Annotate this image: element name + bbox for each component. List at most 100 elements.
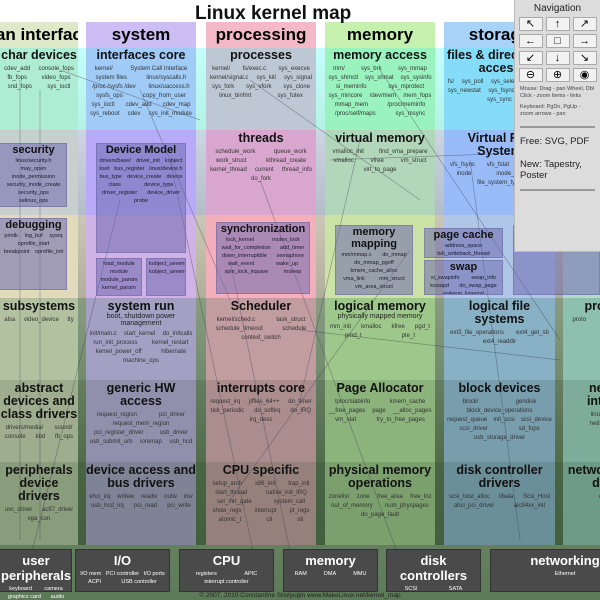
kernel-symbol[interactable]: do_mmap_pgoff <box>354 260 394 266</box>
kernel-symbol[interactable]: pci_driver <box>159 412 185 418</box>
kernel-symbol[interactable]: do_initcalls <box>163 331 193 337</box>
section-title[interactable]: physical memory operations <box>325 464 435 490</box>
kernel-symbol[interactable]: sound/ <box>54 425 72 431</box>
kernel-symbol[interactable]: linux/security.h <box>16 158 52 164</box>
kernel-symbol[interactable]: machine_ops <box>123 358 159 364</box>
kernel-symbol[interactable]: x86_init <box>255 481 276 487</box>
kernel-symbol[interactable]: ext4_readdir <box>483 339 516 345</box>
kernel-symbol[interactable]: sys_newstat <box>448 88 481 94</box>
kernel-symbol[interactable]: thread_info <box>282 167 312 173</box>
kernel-symbol[interactable]: inw <box>184 494 193 500</box>
kernel-symbol[interactable]: sys_sysinfo <box>401 75 432 81</box>
section-title[interactable]: device access and bus drivers <box>86 464 196 490</box>
kernel-symbol[interactable]: pci_read <box>134 503 157 509</box>
kernel-symbol[interactable]: work_struct <box>216 158 247 164</box>
kernel-symbol[interactable]: sys_poll <box>462 79 484 85</box>
section-title[interactable]: network device drivers <box>563 464 600 490</box>
kernel-symbol[interactable]: do_mmap <box>382 252 406 258</box>
kernel-symbol[interactable]: tick_periodic <box>211 408 244 414</box>
kernel-symbol[interactable]: do_page_fault <box>361 512 399 518</box>
column-header[interactable]: system <box>86 22 196 48</box>
copyright-footer[interactable]: © 2007, 2010 Constantine Shulyupin www.M… <box>0 592 600 599</box>
kernel-symbol[interactable]: mm_init <box>330 324 351 330</box>
section-title[interactable]: Device Model <box>97 144 185 156</box>
kernel-symbol[interactable]: vfs_fsync <box>450 162 475 168</box>
kernel-symbol[interactable]: wakeup_kswapd <box>443 291 484 294</box>
kernel-symbol[interactable]: schedule_timeout <box>216 326 263 332</box>
kernel-symbol[interactable]: sysfs_ops <box>96 93 123 99</box>
hardware-disk-controllers[interactable]: disk controllers SCSI SATA <box>386 549 481 592</box>
kernel-symbol[interactable]: vga_con <box>28 516 51 522</box>
kernel-symbol[interactable]: show_regs <box>212 508 241 514</box>
kernel-symbol[interactable]: block_device_operations <box>466 408 532 414</box>
column-header[interactable]: processing <box>206 22 316 48</box>
kernel-symbol[interactable]: pci_register_driver <box>94 430 143 436</box>
kernel-symbol[interactable]: System Call Interface <box>130 66 187 72</box>
hardware-cpu[interactable]: CPU registers APIC interrupt controller <box>179 549 274 592</box>
kernel-symbol[interactable]: device_type <box>144 182 173 188</box>
section-title[interactable]: security <box>1 144 66 156</box>
kernel-symbol[interactable]: pci_write <box>167 503 191 509</box>
kernel-symbol[interactable]: sd_fops <box>519 426 540 432</box>
kernel-symbol[interactable]: oprofile_init <box>35 249 63 255</box>
kernel-symbol[interactable]: mm/ <box>333 66 345 72</box>
kernel-symbol[interactable]: si_meminfo <box>336 84 367 90</box>
kernel-symbol[interactable]: kernel/signal.c <box>210 75 248 81</box>
kernel-symbol[interactable]: swap_info <box>471 275 496 281</box>
kernel-symbol[interactable]: sti <box>297 517 303 523</box>
hardware-user-peripherals[interactable]: user peripherals keyboard camera graphics c… <box>0 549 72 600</box>
kernel-symbol[interactable]: __free_pages <box>329 408 366 414</box>
section-title[interactable]: generic HW access <box>86 382 196 408</box>
kernel-symbol[interactable]: bus_type <box>100 174 122 180</box>
kernel-symbol[interactable]: semaphore <box>277 253 305 259</box>
kernel-symbol[interactable]: vfree <box>370 158 383 164</box>
kernel-symbol[interactable]: vfs_fstat <box>487 162 509 168</box>
kernel-symbol[interactable]: video_fops <box>42 75 71 81</box>
kernel-symbol[interactable]: linux/netdevice.h <box>591 412 600 418</box>
kernel-symbol[interactable]: video_device <box>24 317 59 323</box>
kernel-symbol[interactable]: kernel_thread <box>210 167 247 173</box>
kernel-symbol[interactable]: vmalloc_init <box>333 149 364 155</box>
section-title[interactable]: protocols <box>563 300 600 313</box>
kernel-symbol[interactable]: virt_to_page <box>363 167 396 173</box>
kernel-symbol[interactable]: mm_struct <box>379 276 405 282</box>
kernel-symbol[interactable]: kthread_create <box>266 158 306 164</box>
kernel-symbol[interactable]: fb_ops <box>55 434 73 440</box>
kernel-symbol[interactable]: kernel_param <box>102 285 136 291</box>
kernel-symbol[interactable]: console <box>5 434 26 440</box>
kernel-symbol[interactable]: add_timer <box>280 245 304 251</box>
kernel-symbol[interactable]: readw <box>141 494 157 500</box>
kernel-symbol[interactable]: ehci_irq <box>89 494 110 500</box>
kernel-symbol[interactable]: usb_hcd <box>169 439 192 445</box>
kernel-symbol[interactable]: fb_fops <box>7 75 27 81</box>
kernel-symbol[interactable]: kernel/ <box>95 66 113 72</box>
hardware-item[interactable]: PCI controller <box>106 571 139 577</box>
kernel-symbol[interactable]: sys_vfork <box>246 84 271 90</box>
hardware-item[interactable]: USB controller <box>121 579 156 585</box>
section-title[interactable]: system run <box>86 300 196 313</box>
kernel-symbol[interactable]: start_thread <box>215 490 247 496</box>
kernel-symbol[interactable]: bus_register <box>114 166 144 172</box>
kernel-symbol[interactable]: may_open <box>21 166 47 172</box>
kernel-symbol[interactable]: mutex_lock <box>272 237 300 243</box>
kernel-symbol[interactable]: kset <box>99 166 109 172</box>
kernel-symbol[interactable]: sys_signal <box>284 75 312 81</box>
hardware-item[interactable]: MMU <box>353 571 366 577</box>
section-title[interactable]: block devices <box>444 382 555 395</box>
kernel-symbol[interactable]: vm_struct <box>401 158 427 164</box>
kernel-symbol[interactable]: proto <box>572 317 586 323</box>
hardware-item[interactable]: I/O ports <box>144 571 165 577</box>
kernel-symbol[interactable]: writew <box>117 494 134 500</box>
kernel-symbol[interactable]: inode_permission <box>12 174 55 180</box>
pan-up-right-button[interactable]: ↗ <box>572 17 597 31</box>
kernel-symbol[interactable]: hibernate <box>161 349 186 355</box>
kernel-symbol[interactable]: sys_sync <box>487 97 512 103</box>
kernel-symbol[interactable]: sys_mmap <box>398 66 427 72</box>
kernel-symbol[interactable]: si_swapinfo <box>431 275 460 281</box>
kernel-symbol[interactable]: wait_for_completion <box>222 245 271 251</box>
section-title[interactable]: virtual memory <box>325 132 435 145</box>
kernel-symbol[interactable]: oprofile_start <box>18 241 50 247</box>
kernel-symbol[interactable]: kbd <box>35 434 45 440</box>
kernel-symbol[interactable]: /proc/slabinfo <box>335 399 371 405</box>
kernel-symbol[interactable]: sys_clone <box>283 84 310 90</box>
